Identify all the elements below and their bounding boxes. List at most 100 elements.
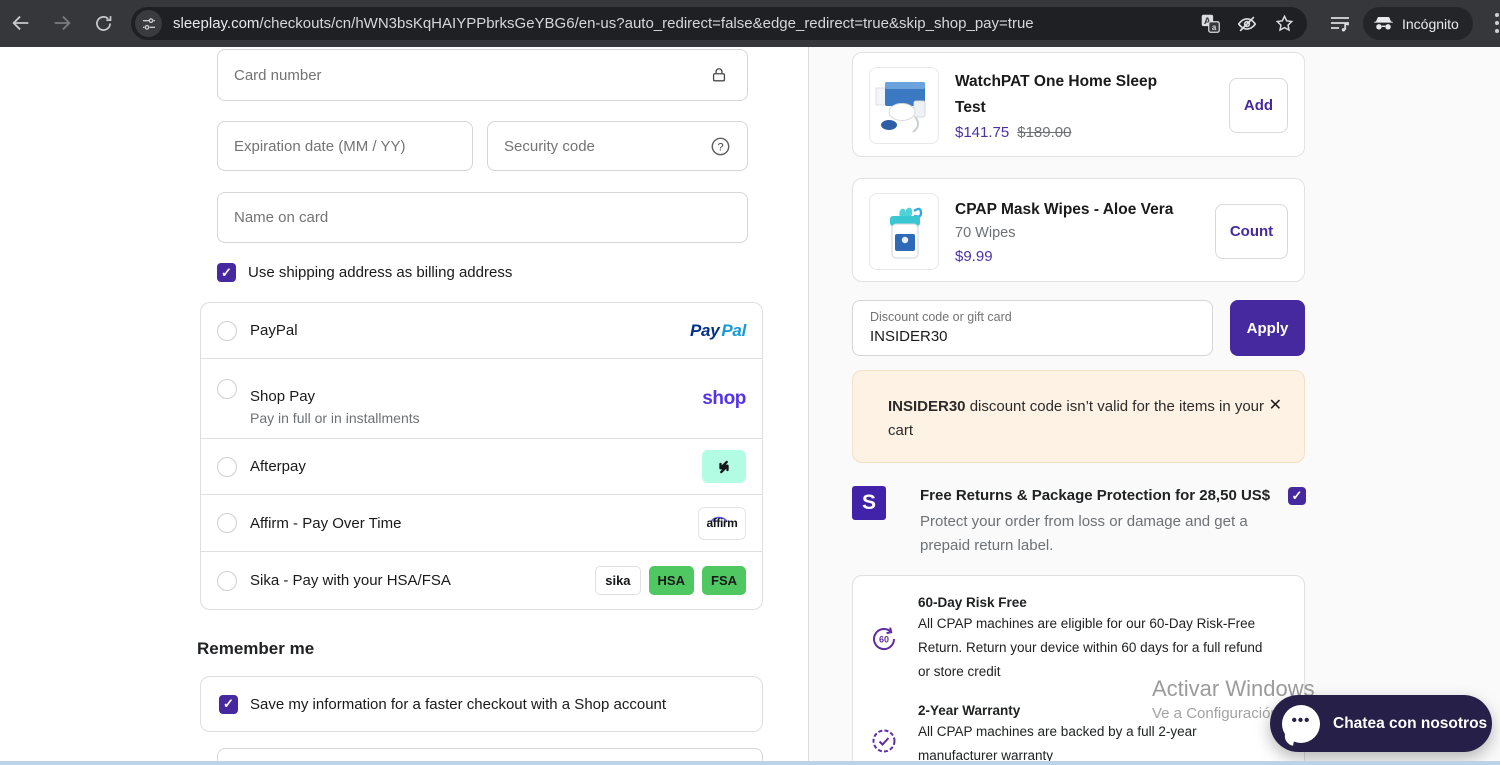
reload-button[interactable]: [91, 11, 115, 35]
discount-error-banner: INSIDER30 discount code isn’t valid for …: [852, 370, 1305, 463]
name-on-card-input[interactable]: [217, 192, 748, 243]
warranty-title: 2-Year Warranty: [918, 703, 1021, 718]
menu-button[interactable]: [1493, 13, 1500, 35]
fsa-badge: FSA: [702, 566, 746, 595]
payment-option-affirm[interactable]: Affirm - Pay Over Time affirm: [201, 494, 762, 551]
url-path: /checkouts/cn/hWN3bsKqHAIYPPbrksGeYBG6/e…: [259, 15, 1034, 32]
wipes-product-image: [869, 193, 939, 270]
forward-icon: [54, 15, 71, 31]
payment-option-sika[interactable]: Sika - Pay with your HSA/FSA sika HSA FS…: [201, 551, 762, 609]
afterpay-icon: [719, 460, 729, 473]
incognito-label: Incógnito: [1402, 15, 1459, 32]
card-number-input[interactable]: [217, 49, 748, 101]
incognito-icon: [1373, 16, 1394, 30]
afterpay-logo: [702, 450, 746, 483]
help-icon[interactable]: ?: [709, 135, 731, 157]
back-icon: [12, 15, 29, 31]
forward-button[interactable]: [50, 11, 74, 35]
affirm-radio[interactable]: [217, 513, 237, 533]
add-button[interactable]: Add: [1229, 78, 1288, 133]
protection-title: Free Returns & Package Protection for 28…: [920, 487, 1271, 504]
save-info-checkbox-row[interactable]: ✓ Save my information for a faster check…: [200, 676, 763, 732]
expiration-date-input[interactable]: [217, 121, 473, 171]
svg-text:60: 60: [879, 635, 889, 645]
protection-description: Protect your order from loss or damage a…: [920, 513, 1248, 554]
svg-text:a: a: [1211, 23, 1216, 32]
column-divider: [808, 47, 809, 765]
seel-logo: S: [852, 486, 886, 520]
affirm-logo: affirm: [698, 506, 746, 540]
reload-icon: [95, 15, 111, 31]
translate-button[interactable]: A a: [1199, 13, 1221, 35]
sika-label: Sika - Pay with your HSA/FSA: [250, 572, 451, 589]
check-icon: ✓: [1291, 488, 1303, 503]
apply-button[interactable]: Apply: [1230, 300, 1305, 356]
sika-radio[interactable]: [217, 570, 237, 591]
shop-pay-sublabel: Pay in full or in installments: [250, 410, 420, 426]
payment-option-paypal[interactable]: PayPal Pay Pal: [201, 303, 762, 358]
discount-input-value: INSIDER30: [870, 328, 948, 345]
url-domain: sleeplay.com: [173, 15, 260, 32]
site-settings-button[interactable]: [135, 10, 162, 37]
shop-pay-radio[interactable]: [217, 379, 237, 399]
hsa-badge: HSA: [648, 566, 694, 595]
remember-me-heading: Remember me: [197, 639, 315, 658]
payment-option-afterpay[interactable]: Afterpay: [201, 438, 762, 494]
eye-off-icon: [1237, 16, 1257, 31]
upsell-item-watchpat: WatchPAT One Home Sleep Test $141.75 $189…: [852, 52, 1305, 157]
url-text: sleeplay.com/checkouts/cn/hWN3bsKqHAIYPP…: [173, 15, 1199, 32]
warranty-badge-icon: [869, 726, 899, 756]
protection-checkbox[interactable]: ✓: [1288, 487, 1306, 505]
browser-window: sleeplay.com/checkouts/cn/hWN3bsKqHAIYPP…: [0, 0, 1500, 765]
save-info-label: Save my information for a faster checkou…: [250, 695, 667, 713]
affirm-label: Affirm - Pay Over Time: [250, 514, 402, 532]
product-variant: 70 Wipes: [955, 225, 1016, 241]
back-button[interactable]: [9, 11, 33, 35]
lock-icon: [708, 64, 730, 86]
discount-code-input[interactable]: Discount code or gift card INSIDER30: [852, 300, 1213, 356]
count-button[interactable]: Count: [1215, 204, 1288, 259]
media-controls-button[interactable]: [1328, 12, 1352, 36]
afterpay-radio[interactable]: [217, 456, 237, 477]
browser-toolbar: sleeplay.com/checkouts/cn/hWN3bsKqHAIYPP…: [0, 0, 1500, 47]
address-bar[interactable]: sleeplay.com/checkouts/cn/hWN3bsKqHAIYPP…: [131, 7, 1307, 40]
media-playlist-icon: [1331, 17, 1350, 32]
billing-address-checkbox[interactable]: ✓: [217, 263, 236, 282]
check-icon: ✓: [221, 264, 232, 280]
payment-option-shop-pay[interactable]: Shop Pay Pay in full or in installments …: [201, 358, 762, 438]
paypal-logo-pay: Pay: [690, 320, 720, 340]
discount-error-text: INSIDER30 discount code isn’t valid for …: [888, 398, 1265, 439]
sale-price: $9.99: [955, 248, 993, 265]
save-info-checkbox[interactable]: ✓: [219, 694, 238, 714]
billing-address-checkbox-row[interactable]: ✓ Use shipping address as billing addres…: [217, 263, 512, 282]
password-hidden-button[interactable]: [1236, 13, 1258, 35]
risk-free-title: 60-Day Risk Free: [918, 595, 1027, 610]
afterpay-label: Afterpay: [250, 458, 306, 475]
chat-label: Chatea con nosotros: [1333, 714, 1488, 732]
product-price-row: $9.99: [955, 248, 993, 265]
billing-address-label: Use shipping address as billing address: [248, 264, 513, 281]
60-day-return-icon: 60: [869, 624, 899, 654]
compare-at-price: $189.00: [1017, 124, 1072, 141]
paypal-logo: Pay Pal: [690, 321, 746, 341]
cart-item-wipes: CPAP Mask Wipes - Aloe Vera 70 Wipes $9.…: [852, 178, 1305, 282]
guarantees-box: 60-Day Risk Free 60 All CPAP machines ar…: [852, 575, 1305, 765]
incognito-badge: Incógnito: [1363, 7, 1473, 40]
product-price-row: $141.75 $189.00: [955, 124, 1071, 141]
tune-icon: [142, 17, 155, 30]
shop-logo: shop: [702, 387, 746, 409]
svg-text:?: ?: [717, 141, 723, 153]
paypal-radio[interactable]: [217, 320, 237, 341]
discount-input-label: Discount code or gift card: [870, 310, 1012, 324]
close-icon: ✕: [1268, 397, 1282, 414]
payment-methods-list: PayPal Pay Pal Shop Pay Pay in full or in…: [200, 302, 763, 610]
close-error-button[interactable]: ✕: [1269, 395, 1282, 415]
star-icon: [1275, 14, 1293, 32]
affirm-logo-text: affirm: [706, 516, 738, 530]
paypal-label: PayPal: [250, 322, 298, 339]
risk-free-body: All CPAP machines are eligible for our 6…: [918, 616, 1263, 679]
shop-pay-label: Shop Pay: [250, 388, 316, 405]
chat-widget-button[interactable]: ••• Chatea con nosotros: [1270, 695, 1492, 752]
product-title: WatchPAT One Home Sleep Test: [955, 73, 1158, 116]
bookmark-button[interactable]: [1273, 13, 1295, 35]
